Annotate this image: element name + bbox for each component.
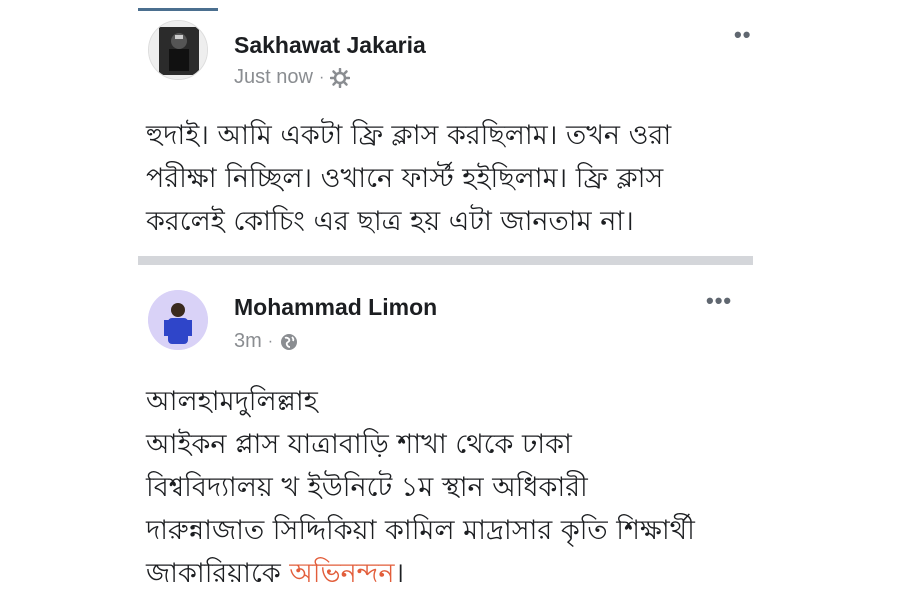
avatar[interactable] [148, 290, 208, 350]
post-text: আলহামদুলিল্লাহ আইকন প্লাস যাত্রাবাড়ি শা… [146, 380, 746, 595]
post-meta: 3m · [234, 330, 299, 353]
post-meta: Just now · [234, 66, 351, 89]
post-text-line-last: জাকারিয়াকে অভিনন্দন। [146, 552, 746, 595]
post-text: হুদাই। আমি একটা ফ্রি ক্লাস করছিলাম। তখন … [146, 114, 746, 243]
author-name[interactable]: Mohammad Limon [234, 294, 437, 321]
author-name[interactable]: Sakhawat Jakaria [234, 32, 426, 59]
congrats-suffix: । [394, 558, 405, 589]
post-header: Sakhawat Jakaria Just now · •• [138, 14, 753, 94]
post-text-line: আলহামদুলিল্লাহ [146, 386, 318, 417]
more-options-button[interactable]: •• [734, 22, 751, 48]
meta-separator: · [267, 332, 274, 350]
post-divider [138, 256, 753, 265]
avatar-photo-icon [148, 290, 208, 350]
meta-separator: · [318, 68, 325, 86]
post-card: Mohammad Limon 3m · ••• আলহামদুলিল্লাহ আ… [138, 268, 753, 600]
post-text-line: পরীক্ষা নিচ্ছিল। ওখানে ফার্স্ট হইছিলাম। … [146, 163, 664, 194]
avatar[interactable] [148, 20, 208, 80]
more-options-button[interactable]: ••• [706, 288, 732, 314]
post-text-line: করলেই কোচিং এর ছাত্র হয় এটা জানতাম না। [146, 206, 634, 237]
congratulations-word: অভিনন্দন [289, 558, 395, 589]
post-text-line: আইকন প্লাস যাত্রাবাড়ি শাখা থেকে ঢাকা [146, 429, 572, 460]
post-card: Sakhawat Jakaria Just now · •• হুদাই। আম… [138, 14, 753, 260]
post-text-line: বিশ্ববিদ্যালয় খ ইউনিটে ১ম স্থান অধিকারী [146, 472, 588, 503]
top-accent-bar [138, 8, 218, 11]
post-text-line: দারুন্নাজাত সিদ্দিকিয়া কামিল মাদ্রাসার … [146, 515, 695, 546]
congrats-prefix: জাকারিয়াকে [146, 558, 290, 589]
post-time[interactable]: Just now [234, 66, 313, 89]
post-text-line: হুদাই। আমি একটা ফ্রি ক্লাস করছিলাম। তখন … [146, 120, 672, 151]
gear-icon [330, 67, 351, 88]
post-time[interactable]: 3m [234, 330, 262, 353]
globe-icon [279, 332, 299, 352]
post-header: Mohammad Limon 3m · ••• [138, 268, 753, 352]
avatar-photo-icon [149, 21, 207, 79]
